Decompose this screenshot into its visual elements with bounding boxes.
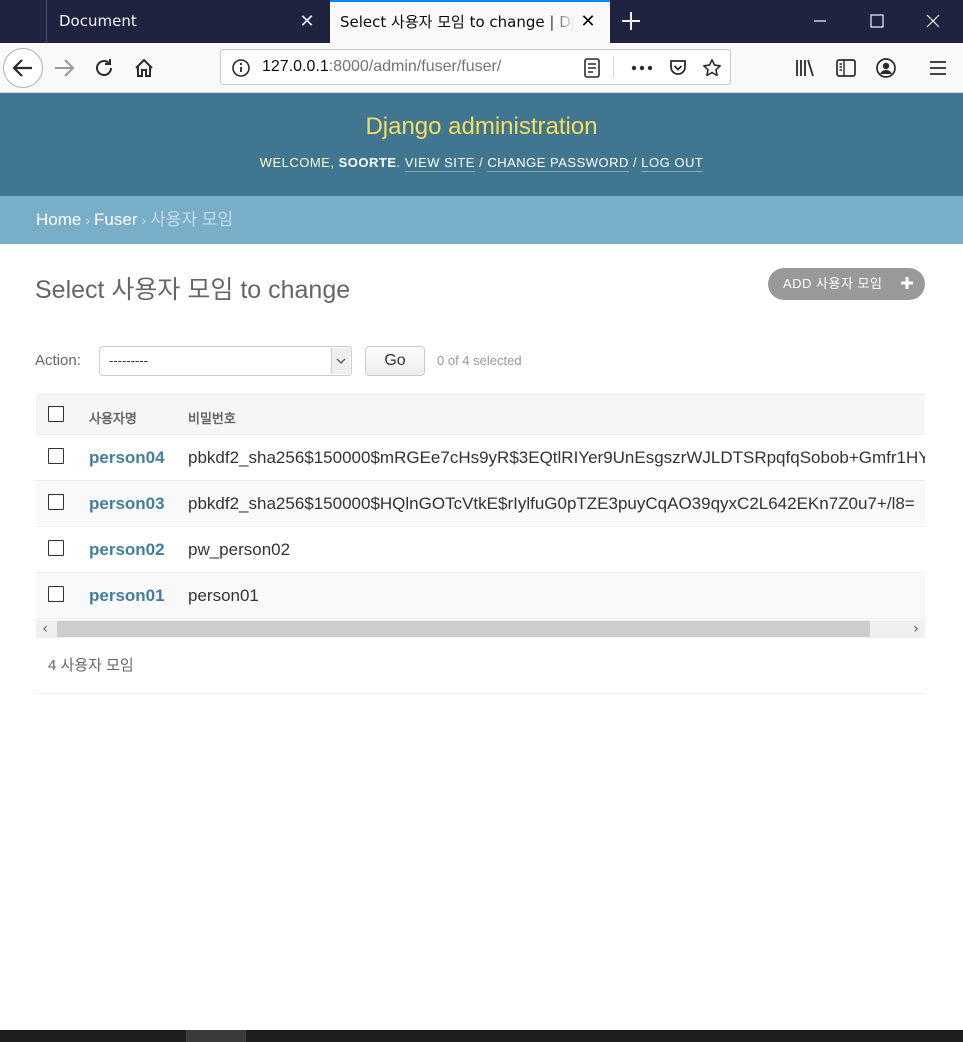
- url-bar-divider: [613, 56, 614, 78]
- library-button[interactable]: [788, 50, 824, 86]
- close-window-button[interactable]: [905, 0, 961, 43]
- url-bar[interactable]: 127.0.0.1:8000/admin/fuser/fuser/: [220, 49, 731, 85]
- password-cell: pw_person02: [188, 540, 291, 559]
- horizontal-scrollbar[interactable]: ‹ ›: [36, 620, 925, 638]
- password-cell: pbkdf2_sha256$150000$mRGEe7cHs9yR$3EQtlR…: [188, 448, 925, 467]
- tab-close-icon[interactable]: ✕: [578, 2, 598, 43]
- maximize-icon: [870, 14, 884, 28]
- scroll-left-icon[interactable]: ‹: [36, 620, 54, 638]
- hamburger-menu-icon: [930, 61, 946, 75]
- table-header: 사용자명 비밀번호: [36, 394, 925, 435]
- sidebar-button[interactable]: [828, 50, 864, 86]
- view-site-link[interactable]: View site: [404, 155, 475, 172]
- tab-bar-spacer: [0, 0, 47, 43]
- tab-document[interactable]: Document ✕: [47, 0, 330, 43]
- taskbar-active-item[interactable]: [186, 1030, 246, 1042]
- user-link[interactable]: person03: [89, 494, 165, 514]
- breadcrumb-current: 사용자 모임: [150, 210, 234, 229]
- row-checkbox[interactable]: [48, 448, 64, 464]
- scrollbar-thumb[interactable]: [57, 621, 870, 637]
- page-title: Select 사용자 모임 to change: [35, 276, 351, 304]
- site-title[interactable]: Django administration: [0, 113, 963, 141]
- tab-admin[interactable]: Select 사용자 모임 to change | Django site ad…: [330, 0, 610, 43]
- tab-title: Select 사용자 모임 to change | Django site ad…: [340, 13, 575, 31]
- column-header-password[interactable]: 비밀번호: [188, 408, 236, 427]
- admin-header: Django administration Welcome, soorte. V…: [0, 93, 963, 196]
- log-out-link[interactable]: Log out: [641, 155, 704, 172]
- home-button[interactable]: [126, 50, 162, 86]
- password-cell: pbkdf2_sha256$150000$HQlnGOTcVtkE$rIylfu…: [188, 494, 915, 513]
- user-link[interactable]: person02: [89, 540, 165, 560]
- tab-title: Document: [59, 12, 137, 30]
- menu-button[interactable]: [920, 50, 956, 86]
- add-object-button[interactable]: ADD 사용자 모임: [768, 268, 925, 300]
- minimize-icon: [814, 20, 826, 22]
- site-info-icon[interactable]: [231, 58, 251, 82]
- tab-close-icon[interactable]: ✕: [297, 0, 317, 43]
- welcome-text: Welcome,: [259, 155, 335, 170]
- row-checkbox[interactable]: [48, 540, 64, 556]
- user-link[interactable]: person04: [89, 448, 165, 468]
- plus-icon: [622, 12, 640, 30]
- sidebar-icon: [836, 59, 856, 77]
- table-row: person03 pbkdf2_sha256$150000$HQlnGOTcVt…: [36, 481, 925, 527]
- os-taskbar: [0, 1030, 963, 1042]
- minimize-button[interactable]: [792, 0, 848, 43]
- row-checkbox[interactable]: [48, 586, 64, 602]
- add-button-label: ADD 사용자 모임: [783, 276, 883, 291]
- url-text[interactable]: 127.0.0.1:8000/admin/fuser/fuser/: [262, 50, 501, 84]
- pocket-icon[interactable]: [667, 57, 689, 79]
- table-row: person02 pw_person02: [36, 527, 925, 573]
- breadcrumb-separator: ›: [85, 212, 91, 228]
- scroll-right-icon[interactable]: ›: [907, 620, 925, 638]
- user-link[interactable]: person01: [89, 586, 165, 606]
- user-tools: Welcome, soorte. View site / Change pass…: [259, 155, 704, 172]
- paginator: 4 사용자 모임: [36, 645, 925, 694]
- action-select-value: ---------: [109, 353, 148, 368]
- library-icon: [796, 59, 814, 77]
- back-arrow-icon: [12, 59, 32, 77]
- home-icon: [135, 58, 153, 77]
- breadcrumb-app[interactable]: Fuser: [94, 210, 137, 229]
- chevron-down-icon[interactable]: [331, 348, 350, 374]
- selection-counter: 0 of 4 selected: [437, 353, 522, 368]
- go-button[interactable]: Go: [365, 346, 425, 376]
- breadcrumb-home[interactable]: Home: [36, 210, 81, 229]
- reload-button[interactable]: [86, 50, 122, 86]
- account-button[interactable]: [868, 50, 904, 86]
- reload-icon: [96, 59, 112, 76]
- password-cell: person01: [188, 586, 259, 605]
- table-row: person01 person01: [36, 573, 925, 619]
- reader-view-icon[interactable]: [581, 57, 603, 79]
- page-actions-icon[interactable]: [631, 57, 653, 79]
- browser-nav-bar: 127.0.0.1:8000/admin/fuser/fuser/: [0, 43, 963, 93]
- browser-tab-bar: Document ✕ Select 사용자 모임 to change | Dja…: [0, 0, 963, 43]
- row-checkbox[interactable]: [48, 494, 64, 510]
- back-button[interactable]: [3, 48, 43, 88]
- bookmark-star-icon[interactable]: [701, 57, 723, 79]
- action-select[interactable]: ---------: [99, 346, 352, 376]
- select-all-checkbox[interactable]: [48, 406, 64, 422]
- close-icon: [926, 14, 940, 28]
- forward-button[interactable]: [46, 50, 82, 86]
- account-icon: [876, 58, 896, 78]
- column-header-username[interactable]: 사용자명: [89, 408, 137, 427]
- new-tab-button[interactable]: [616, 5, 646, 37]
- breadcrumb-separator: ›: [141, 212, 147, 228]
- breadcrumb: Home › Fuser › 사용자 모임: [0, 196, 963, 244]
- action-label: Action:: [35, 352, 81, 369]
- maximize-button[interactable]: [849, 0, 905, 43]
- change-password-link[interactable]: Change password: [487, 155, 629, 172]
- results-table: 사용자명 비밀번호 person04 pbkdf2_sha256$150000$…: [36, 394, 925, 620]
- forward-arrow-icon: [55, 59, 75, 77]
- username: soorte: [338, 155, 397, 170]
- table-row: person04 pbkdf2_sha256$150000$mRGEe7cHs9…: [36, 435, 925, 481]
- url-host: 127.0.0.1: [262, 58, 329, 75]
- plus-icon: [901, 277, 913, 289]
- url-path: :8000/admin/fuser/fuser/: [328, 58, 502, 75]
